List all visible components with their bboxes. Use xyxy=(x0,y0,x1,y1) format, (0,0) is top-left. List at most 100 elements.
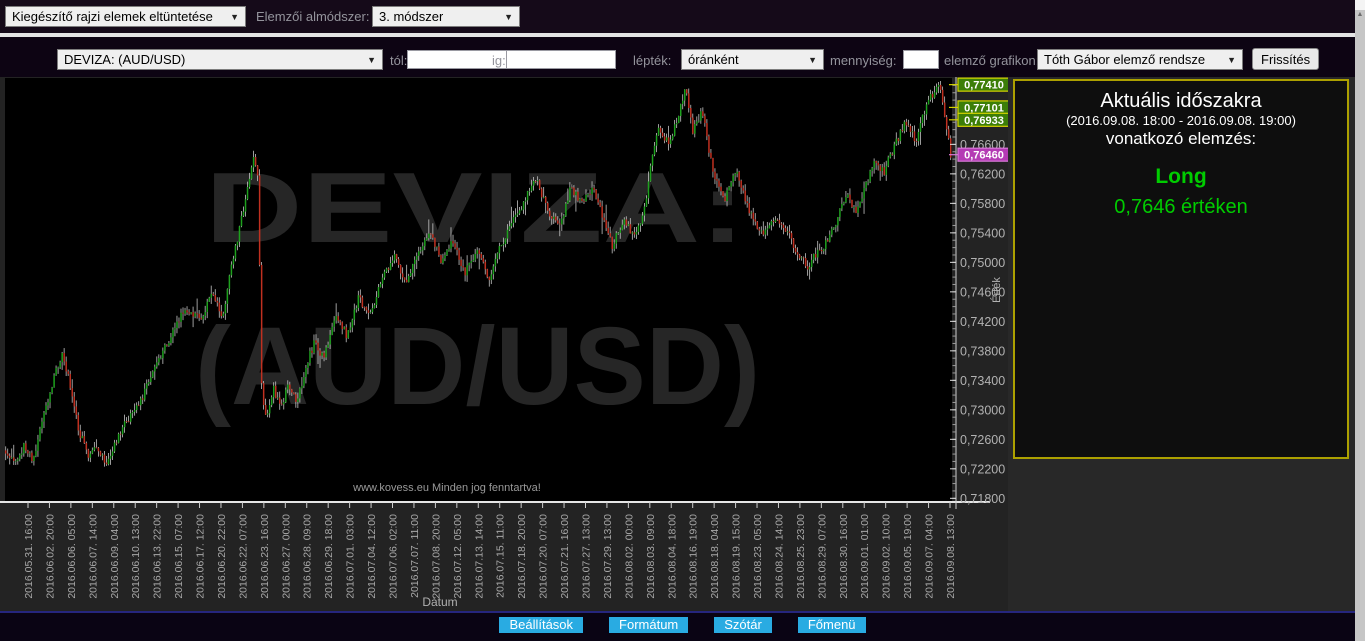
submethod-select-value: 3. módszer xyxy=(379,9,444,24)
svg-text:0,76460: 0,76460 xyxy=(964,150,1004,162)
svg-text:2016.06.23. 16:00: 2016.06.23. 16:00 xyxy=(259,514,271,599)
submethod-label: Elemzői almódszer: xyxy=(256,9,370,24)
signal-value: 0,7646 értéken xyxy=(1114,196,1248,218)
svg-text:2016.07.13. 14:00: 2016.07.13. 14:00 xyxy=(473,514,485,599)
svg-text:2016.06.06. 05:00: 2016.06.06. 05:00 xyxy=(66,514,78,599)
svg-text:2016.07.27. 13:00: 2016.07.27. 13:00 xyxy=(580,514,592,599)
analysis-period: (2016.09.08. 18:00 - 2016.09.08. 19:00) xyxy=(1066,113,1296,128)
format-button[interactable]: Formátum xyxy=(609,617,689,633)
analysis-region: Aktuális időszakra (2016.09.08. 18:00 - … xyxy=(1008,77,1356,613)
svg-text:0,72600: 0,72600 xyxy=(960,433,1005,447)
to-input[interactable] xyxy=(506,50,616,69)
svg-text:0,75000: 0,75000 xyxy=(960,256,1005,270)
settings-button[interactable]: Beállítások xyxy=(499,617,584,633)
svg-text:2016.08.03. 09:00: 2016.08.03. 09:00 xyxy=(645,514,657,599)
scrollbar[interactable]: ▲ xyxy=(1355,0,1365,641)
toolbar: DEVIZA: (AUD/USD) ▼ tól: ig: lépték: órá… xyxy=(0,37,1365,77)
svg-text:2016.06.13. 22:00: 2016.06.13. 22:00 xyxy=(152,514,164,599)
copyright-text: www.kovess.eu Minden jog fenntartva! xyxy=(352,482,541,494)
svg-text:2016.06.09. 04:00: 2016.06.09. 04:00 xyxy=(109,514,121,599)
svg-text:2016.06.29. 18:00: 2016.06.29. 18:00 xyxy=(323,514,335,599)
svg-text:0,75800: 0,75800 xyxy=(960,197,1005,211)
signal-label: Long xyxy=(1155,165,1207,188)
svg-text:0,72200: 0,72200 xyxy=(960,462,1005,476)
scrollbar-track xyxy=(1355,0,1365,10)
svg-text:2016.06.22. 07:00: 2016.06.22. 07:00 xyxy=(237,514,249,599)
svg-text:2016.08.25. 23:00: 2016.08.25. 23:00 xyxy=(795,514,807,599)
chevron-down-icon: ▼ xyxy=(1227,54,1236,65)
scale-label: lépték: xyxy=(633,53,672,68)
instrument-select-value: DEVIZA: (AUD/USD) xyxy=(64,52,186,67)
submethod-select[interactable]: 3. módszer ▼ xyxy=(372,6,520,27)
quantity-label: mennyiség: xyxy=(830,53,897,68)
candlestick-chart[interactable]: DEVIZA:(AUD/USD)www.kovess.eu Minden jog… xyxy=(0,77,1011,613)
y-axis-title: Érték xyxy=(990,277,1003,303)
svg-text:2016.07.20. 07:00: 2016.07.20. 07:00 xyxy=(538,514,550,599)
glossary-button[interactable]: Szótár xyxy=(714,617,772,633)
svg-text:2016.08.02. 00:00: 2016.08.02. 00:00 xyxy=(623,514,635,599)
drawing-elements-select-value: Kiegészítő rajzi elemek eltüntetése xyxy=(12,9,213,24)
svg-text:2016.06.10. 13:00: 2016.06.10. 13:00 xyxy=(130,514,142,599)
svg-text:2016.08.04. 18:00: 2016.08.04. 18:00 xyxy=(666,514,678,599)
svg-text:2016.08.30. 16:00: 2016.08.30. 16:00 xyxy=(838,514,850,599)
analyzer-label: elemző grafikon: xyxy=(944,53,1040,68)
main-menu-button[interactable]: Főmenü xyxy=(797,617,866,633)
quantity-input[interactable] xyxy=(903,50,939,69)
svg-text:0,71800: 0,71800 xyxy=(960,492,1005,506)
svg-text:0,77410: 0,77410 xyxy=(964,80,1004,92)
svg-text:0,77101: 0,77101 xyxy=(964,102,1004,114)
svg-text:2016.07.07. 11:00: 2016.07.07. 11:00 xyxy=(409,514,421,598)
svg-text:0,73800: 0,73800 xyxy=(960,344,1005,358)
svg-text:2016.06.27. 00:00: 2016.06.27. 00:00 xyxy=(280,514,292,599)
analyzer-select-value: Tóth Gábor elemző rendsze xyxy=(1044,52,1206,67)
svg-text:2016.07.21. 16:00: 2016.07.21. 16:00 xyxy=(559,514,571,599)
svg-text:2016.07.01. 03:00: 2016.07.01. 03:00 xyxy=(345,514,357,599)
svg-text:2016.09.02. 10:00: 2016.09.02. 10:00 xyxy=(881,514,893,599)
price-markers: 0,77410 0,771010,76933 0,76460 xyxy=(949,77,1011,162)
scale-select-value: óránként xyxy=(688,52,739,67)
svg-text:0,76200: 0,76200 xyxy=(960,167,1005,181)
svg-text:0,73400: 0,73400 xyxy=(960,374,1005,388)
svg-text:2016.06.02. 20:00: 2016.06.02. 20:00 xyxy=(44,514,56,599)
drawing-elements-select[interactable]: Kiegészítő rajzi elemek eltüntetése ▼ xyxy=(5,6,246,27)
svg-text:2016.09.01. 01:00: 2016.09.01. 01:00 xyxy=(859,514,871,599)
svg-text:2016.08.19. 15:00: 2016.08.19. 15:00 xyxy=(731,514,743,599)
svg-text:2016.06.20. 22:00: 2016.06.20. 22:00 xyxy=(216,514,228,599)
svg-text:2016.08.23. 05:00: 2016.08.23. 05:00 xyxy=(752,514,764,599)
chevron-down-icon: ▼ xyxy=(808,54,817,65)
app-root: Kiegészítő rajzi elemek eltüntetése ▼ El… xyxy=(0,0,1365,641)
to-label: ig: xyxy=(492,53,506,68)
svg-text:2016.06.17. 12:00: 2016.06.17. 12:00 xyxy=(195,514,207,599)
svg-text:2016.06.15. 07:00: 2016.06.15. 07:00 xyxy=(173,514,185,599)
chart-area: DEVIZA: (AUD/USD) www.kovess.eu Minden jog… xyxy=(0,77,1011,613)
svg-text:2016.08.18. 04:00: 2016.08.18. 04:00 xyxy=(709,514,721,599)
svg-text:2016.08.16. 19:00: 2016.08.16. 19:00 xyxy=(688,514,700,599)
scale-select[interactable]: óránként ▼ xyxy=(681,49,824,70)
svg-text:0,73000: 0,73000 xyxy=(960,403,1005,417)
chevron-down-icon: ▼ xyxy=(367,54,376,65)
svg-text:0,76933: 0,76933 xyxy=(964,115,1004,127)
svg-text:2016.06.28. 09:00: 2016.06.28. 09:00 xyxy=(302,514,314,599)
analyzer-select[interactable]: Tóth Gábor elemző rendsze ▼ xyxy=(1037,49,1243,70)
instrument-select[interactable]: DEVIZA: (AUD/USD) ▼ xyxy=(57,49,383,70)
svg-text:2016.07.08. 20:00: 2016.07.08. 20:00 xyxy=(430,514,442,599)
svg-text:2016.07.29. 13:00: 2016.07.29. 13:00 xyxy=(602,514,614,599)
analysis-subtitle: vonatkozó elemzés: xyxy=(1105,129,1257,148)
svg-text:2016.06.07. 14:00: 2016.06.07. 14:00 xyxy=(87,514,99,599)
svg-text:2016.05.31. 16:00: 2016.05.31. 16:00 xyxy=(23,514,35,599)
svg-text:2016.07.18. 20:00: 2016.07.18. 20:00 xyxy=(516,514,528,599)
svg-text:2016.07.04. 12:00: 2016.07.04. 12:00 xyxy=(366,514,378,599)
svg-text:2016.09.05. 19:00: 2016.09.05. 19:00 xyxy=(902,514,914,599)
plot-background xyxy=(5,78,952,502)
refresh-button[interactable]: Frissítés xyxy=(1252,48,1320,70)
svg-text:2016.08.29. 07:00: 2016.08.29. 07:00 xyxy=(816,514,828,599)
topbar: Kiegészítő rajzi elemek eltüntetése ▼ El… xyxy=(0,0,1365,33)
scroll-up-icon[interactable]: ▲ xyxy=(1355,11,1365,18)
svg-text:DEVIZA:: DEVIZA: xyxy=(205,152,745,264)
chevron-down-icon: ▼ xyxy=(230,11,239,22)
svg-text:0,74200: 0,74200 xyxy=(960,315,1005,329)
svg-text:0,75400: 0,75400 xyxy=(960,226,1005,240)
svg-text:2016.09.07. 04:00: 2016.09.07. 04:00 xyxy=(924,514,936,599)
svg-text:2016.07.12. 05:00: 2016.07.12. 05:00 xyxy=(452,514,464,599)
svg-text:2016.07.15. 11:00: 2016.07.15. 11:00 xyxy=(495,514,507,598)
